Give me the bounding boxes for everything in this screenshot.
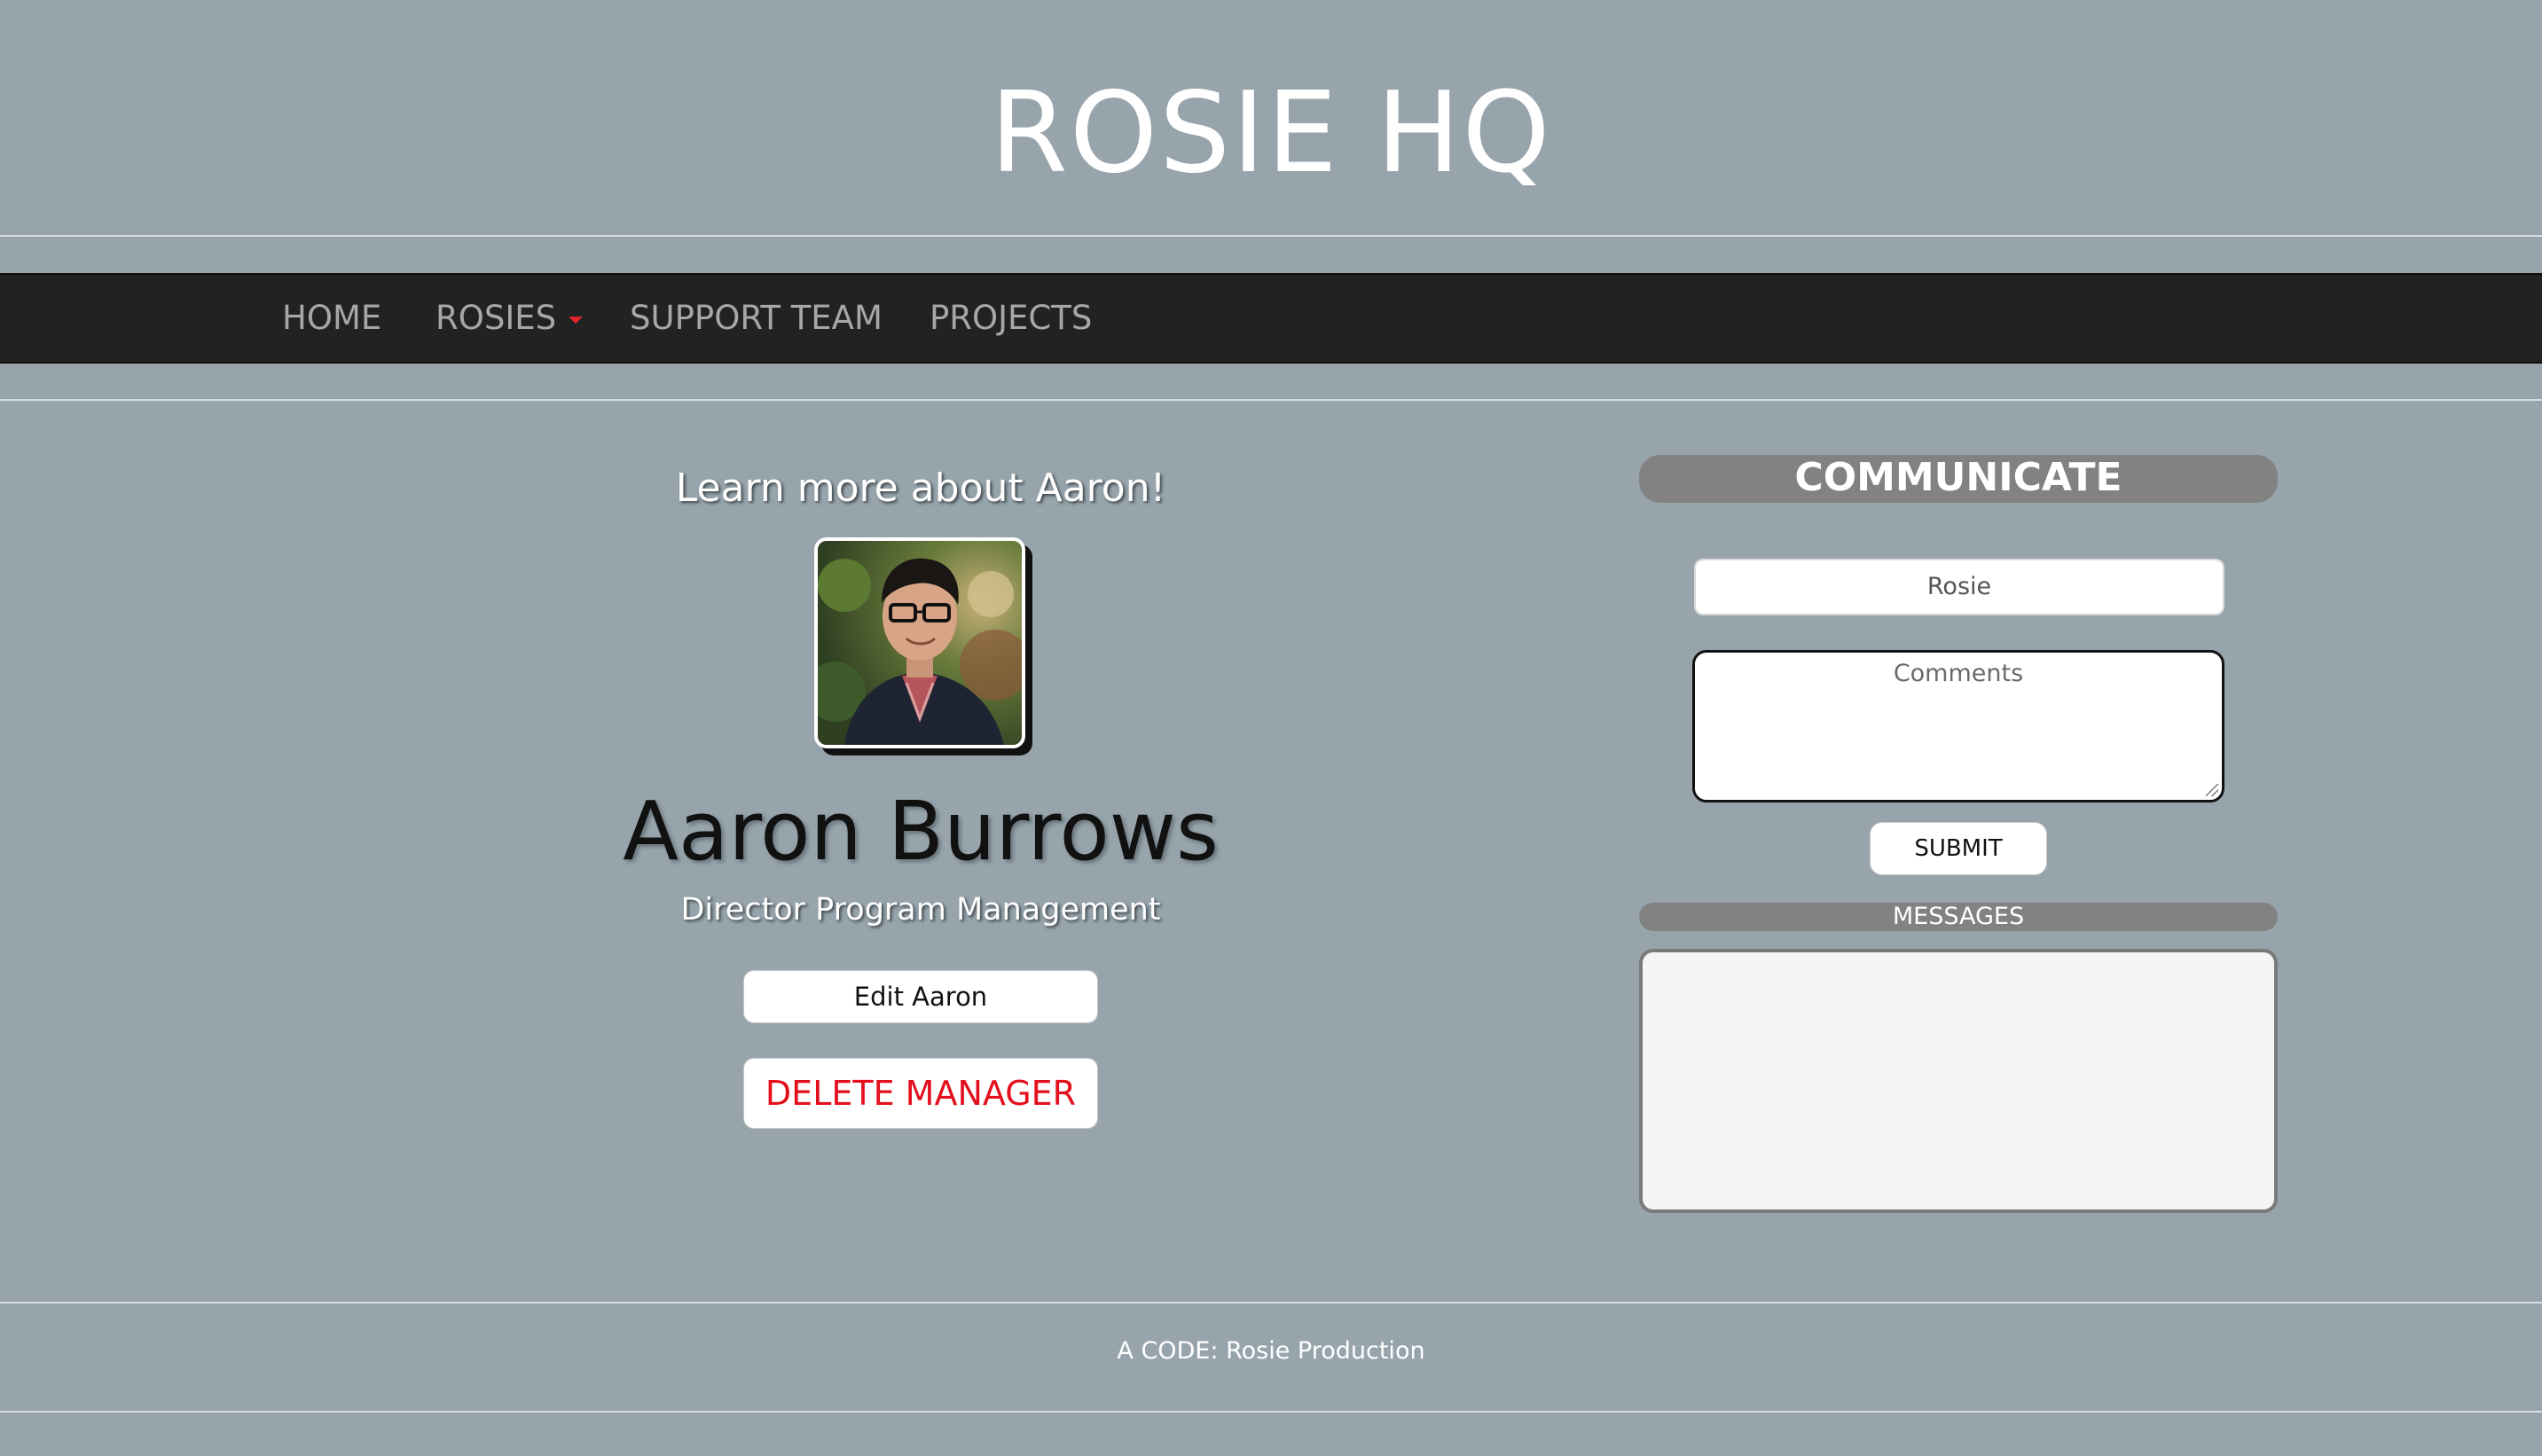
header-divider: [0, 235, 2542, 237]
avatar: [814, 537, 1025, 748]
messages-header: MESSAGES: [1639, 903, 2278, 931]
communicate-header: COMMUNICATE: [1639, 455, 2278, 503]
nav-item-label: PROJECTS: [930, 299, 1093, 337]
comments-placeholder: Comments: [1893, 660, 2024, 687]
nav-item-home[interactable]: HOME: [282, 275, 381, 362]
person-job-title: Director Program Management: [680, 892, 1161, 928]
delete-manager-button[interactable]: DELETE MANAGER: [743, 1058, 1098, 1129]
footer-bottom-divider: [0, 1411, 2542, 1413]
chevron-down-icon: [569, 316, 584, 324]
navbar: HOME ROSIES SUPPORT TEAM PROJECTS: [0, 273, 2542, 364]
person-name: Aaron Burrows: [623, 784, 1219, 879]
submit-button[interactable]: SUBMIT: [1870, 822, 2047, 875]
site-title: ROSIE HQ: [990, 67, 1552, 198]
profile-photo: [818, 541, 1022, 745]
nav-item-rosies[interactable]: ROSIES: [435, 275, 584, 362]
nav-item-label: HOME: [282, 299, 382, 337]
comments-field[interactable]: Comments: [1692, 650, 2224, 802]
resize-handle-icon[interactable]: [2206, 784, 2218, 796]
name-field[interactable]: Rosie: [1694, 559, 2224, 615]
edit-person-button[interactable]: Edit Aaron: [743, 970, 1098, 1023]
learn-more-heading: Learn more about Aaron!: [675, 466, 1166, 511]
nav-item-projects[interactable]: PROJECTS: [930, 275, 1092, 362]
nav-item-support-team[interactable]: SUPPORT TEAM: [630, 275, 883, 362]
nav-item-label: ROSIES: [435, 299, 557, 337]
nav-divider: [0, 399, 2542, 401]
footer-text: A CODE: Rosie Production: [1117, 1337, 1425, 1365]
nav-item-label: SUPPORT TEAM: [630, 299, 883, 337]
footer-top-divider: [0, 1302, 2542, 1303]
messages-box[interactable]: [1639, 949, 2278, 1213]
